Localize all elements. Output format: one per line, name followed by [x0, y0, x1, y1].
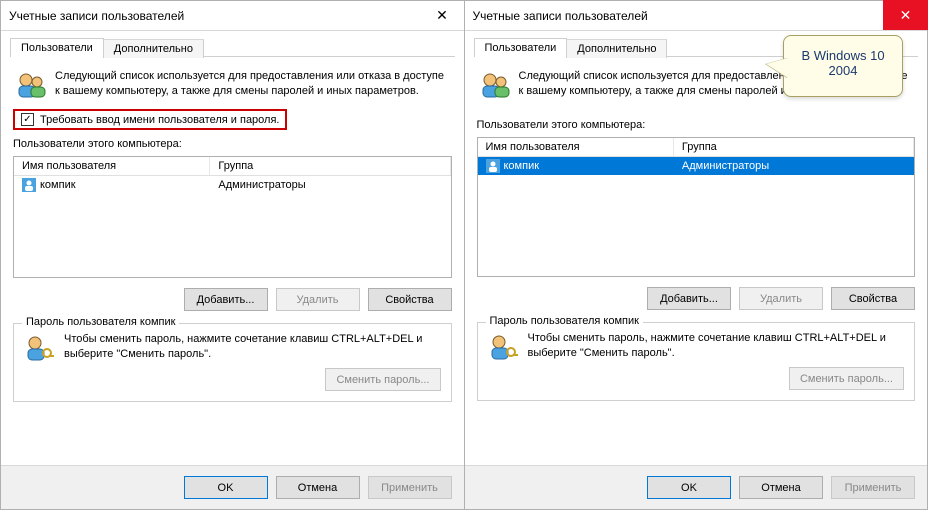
list-buttons: Добавить... Удалить Свойства: [13, 288, 452, 311]
password-hint-text: Чтобы сменить пароль, нажмите сочетание …: [528, 331, 905, 361]
intro-text: Следующий список используется для предос…: [55, 69, 450, 101]
titlebar[interactable]: Учетные записи пользователей ✕: [465, 1, 928, 31]
users-listview[interactable]: Имя пользователя Группа компик Администр…: [13, 156, 452, 278]
key-user-icon: [488, 331, 520, 363]
password-hint-text: Чтобы сменить пароль, нажмите сочетание …: [64, 332, 441, 362]
password-groupbox: Пароль пользователя компик Чтобы сменить…: [477, 322, 916, 401]
change-password-button[interactable]: Сменить пароль...: [789, 367, 904, 390]
annotation-callout: В Windows 10 2004: [783, 35, 903, 97]
close-icon[interactable]: ✕: [883, 0, 928, 30]
key-user-icon: [24, 332, 56, 364]
add-user-button[interactable]: Добавить...: [184, 288, 268, 311]
require-credentials-checkbox[interactable]: ✓ Требовать ввод имени пользователя и па…: [13, 109, 287, 130]
list-item[interactable]: компик Администраторы: [478, 157, 915, 175]
listview-header[interactable]: Имя пользователя Группа: [478, 138, 915, 157]
change-password-button[interactable]: Сменить пароль...: [325, 368, 440, 391]
require-credentials-label: Требовать ввод имени пользователя и паро…: [40, 114, 279, 126]
checkbox-icon: ✓: [21, 113, 34, 126]
users-list-label: Пользователи этого компьютера:: [13, 138, 452, 150]
remove-user-button[interactable]: Удалить: [276, 288, 360, 311]
tab-advanced[interactable]: Дополнительно: [103, 39, 204, 58]
tab-advanced[interactable]: Дополнительно: [566, 39, 667, 58]
column-group[interactable]: Группа: [210, 157, 450, 175]
ok-button[interactable]: OK: [184, 476, 268, 499]
users-icon: [15, 69, 47, 101]
listview-header[interactable]: Имя пользователя Группа: [14, 157, 451, 176]
window-title: Учетные записи пользователей: [473, 9, 884, 23]
properties-button[interactable]: Свойства: [831, 287, 915, 310]
username-cell: компик: [40, 179, 76, 191]
users-list-label: Пользователи этого компьютера:: [477, 119, 916, 131]
apply-button[interactable]: Применить: [831, 476, 915, 499]
password-groupbox: Пароль пользователя компик Чтобы сменить…: [13, 323, 452, 402]
user-icon: [486, 159, 500, 173]
list-item[interactable]: компик Администраторы: [14, 176, 451, 194]
column-username[interactable]: Имя пользователя: [14, 157, 210, 175]
dialog-footer: OK Отмена Применить: [465, 465, 928, 509]
callout-text: В Windows 10 2004: [801, 48, 884, 78]
user-icon: [22, 178, 36, 192]
cancel-button[interactable]: Отмена: [276, 476, 360, 499]
apply-button[interactable]: Применить: [368, 476, 452, 499]
password-group-legend: Пароль пользователя компик: [486, 315, 643, 327]
cancel-button[interactable]: Отмена: [739, 476, 823, 499]
group-cell: Администраторы: [210, 178, 450, 192]
titlebar[interactable]: Учетные записи пользователей ✕: [1, 1, 464, 31]
ok-button[interactable]: OK: [647, 476, 731, 499]
users-icon: [479, 69, 511, 101]
callout-tail-icon: [766, 58, 788, 78]
user-accounts-window-left: Учетные записи пользователей ✕ Пользоват…: [0, 0, 465, 510]
close-icon[interactable]: ✕: [420, 0, 465, 30]
remove-user-button[interactable]: Удалить: [739, 287, 823, 310]
column-group[interactable]: Группа: [674, 138, 914, 156]
window-title: Учетные записи пользователей: [9, 9, 420, 23]
users-listview[interactable]: Имя пользователя Группа компик Администр…: [477, 137, 916, 277]
properties-button[interactable]: Свойства: [368, 288, 452, 311]
intro-block: Следующий список используется для предос…: [13, 63, 452, 103]
tab-strip: Пользователи Дополнительно: [10, 37, 455, 57]
username-cell: компик: [504, 160, 540, 172]
tab-users[interactable]: Пользователи: [474, 38, 568, 57]
tab-users[interactable]: Пользователи: [10, 38, 104, 57]
add-user-button[interactable]: Добавить...: [647, 287, 731, 310]
dialog-footer: OK Отмена Применить: [1, 465, 464, 509]
list-buttons: Добавить... Удалить Свойства: [477, 287, 916, 310]
user-accounts-window-right: Учетные записи пользователей ✕ Пользоват…: [465, 0, 928, 510]
group-cell: Администраторы: [674, 159, 914, 173]
column-username[interactable]: Имя пользователя: [478, 138, 674, 156]
password-group-legend: Пароль пользователя компик: [22, 316, 179, 328]
